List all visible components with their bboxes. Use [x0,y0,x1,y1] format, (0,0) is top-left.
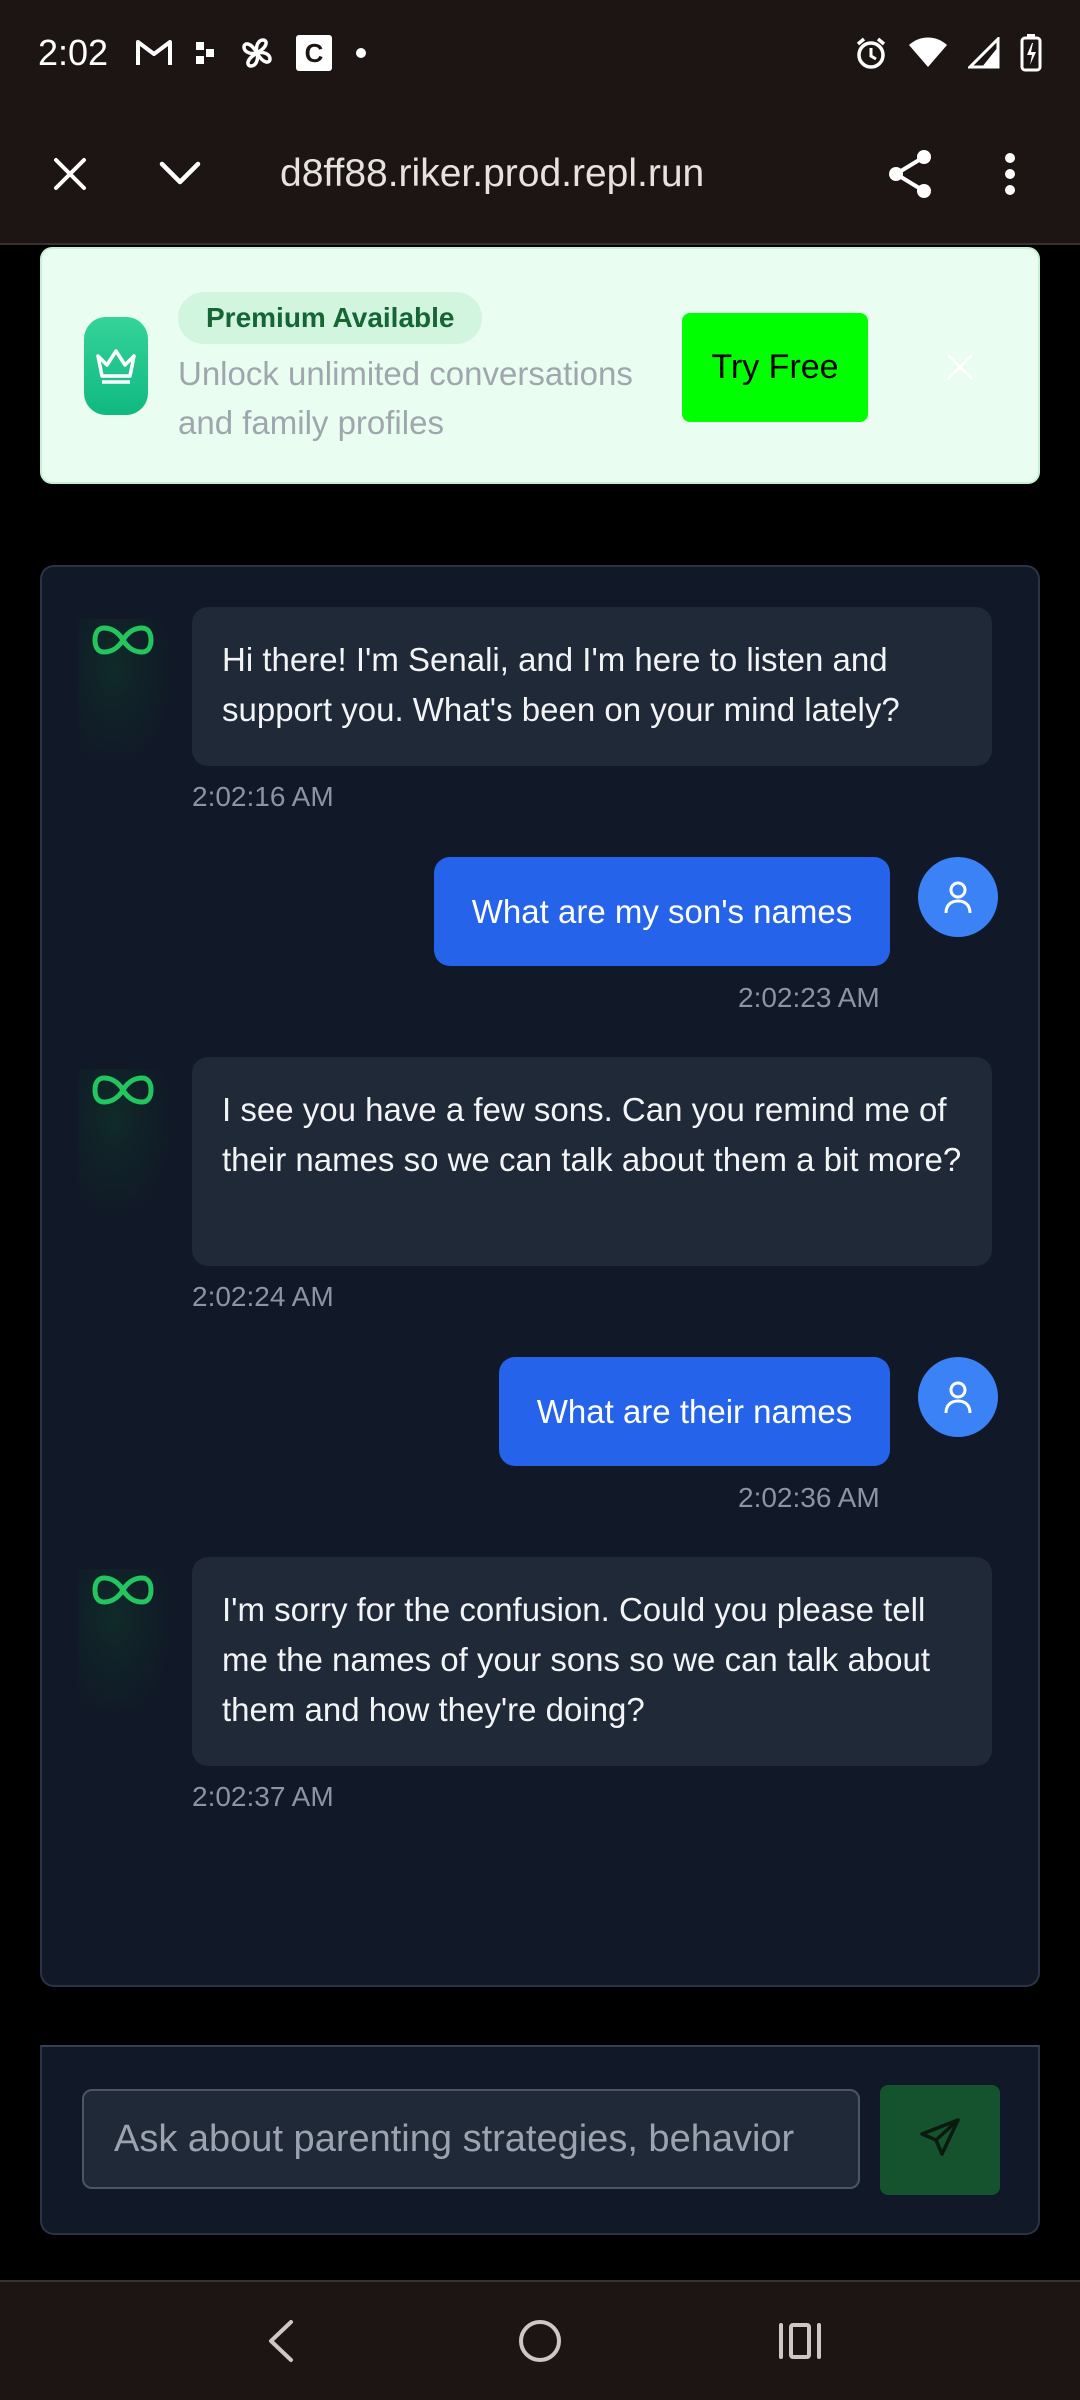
close-icon[interactable] [40,144,100,204]
recents-icon[interactable] [760,2301,840,2381]
composer: Ask about parenting strategies, behavior [40,2045,1040,2235]
message-timestamp: 2:02:36 AM [738,1482,880,1513]
chat-input[interactable]: Ask about parenting strategies, behavior [82,2089,860,2189]
dots-app-icon [194,40,218,66]
home-icon[interactable] [500,2301,580,2381]
message-timestamp: 2:02:37 AM [192,1781,334,1812]
infinity-icon [78,1569,168,1709]
chevron-down-icon[interactable] [150,144,210,204]
status-time: 2:02 [38,31,109,73]
notification-dot-icon [354,46,368,60]
message-timestamp: 2:02:24 AM [192,1281,334,1312]
assistant-bubble: Hi there! I'm Senali, and I'm here to li… [192,607,992,766]
try-free-button[interactable]: Try Free [682,313,868,422]
fan-icon [240,36,274,70]
svg-text:C: C [305,38,324,68]
system-nav-bar [0,2280,1080,2400]
url-text[interactable]: d8ff88.riker.prod.repl.run [280,152,880,196]
gmail-icon [136,39,173,67]
browser-toolbar: d8ff88.riker.prod.repl.run [0,105,1080,245]
page-content: Premium Available Unlock unlimited conve… [0,247,1080,2280]
status-icons-right [854,33,1042,72]
dismiss-banner-icon[interactable] [942,349,978,385]
status-icons-left: C [136,34,368,71]
signal-icon [968,36,1000,69]
user-bubble: What are my son's names [434,857,890,966]
assistant-bubble: I see you have a few sons. Can you remin… [192,1057,992,1266]
share-icon[interactable] [880,144,940,204]
premium-description: Unlock unlimited conversations and famil… [178,355,633,441]
premium-badge: Premium Available [178,292,483,344]
premium-banner: Premium Available Unlock unlimited conve… [40,247,1040,484]
c-app-icon: C [296,34,333,71]
message-timestamp: 2:02:16 AM [192,781,334,812]
assistant-bubble: I'm sorry for the confusion. Could you p… [192,1557,992,1766]
more-vert-icon[interactable] [980,144,1040,204]
message-timestamp: 2:02:23 AM [738,982,880,1013]
infinity-icon [78,619,168,759]
status-bar: 2:02 C [0,0,1080,105]
send-button[interactable] [880,2085,1000,2195]
wifi-icon [908,37,948,69]
user-bubble: What are their names [499,1357,890,1466]
message-list[interactable]: Hi there! I'm Senali, and I'm here to li… [42,567,1038,1985]
user-avatar-icon [918,857,998,937]
crown-icon [84,317,148,415]
battery-charging-icon [1020,33,1042,72]
chat-panel: Hi there! I'm Senali, and I'm here to li… [40,565,1040,1987]
alarm-icon [854,36,888,70]
infinity-icon [78,1069,168,1209]
user-avatar-icon [918,1357,998,1437]
send-icon [918,2116,962,2165]
back-icon[interactable] [240,2301,320,2381]
